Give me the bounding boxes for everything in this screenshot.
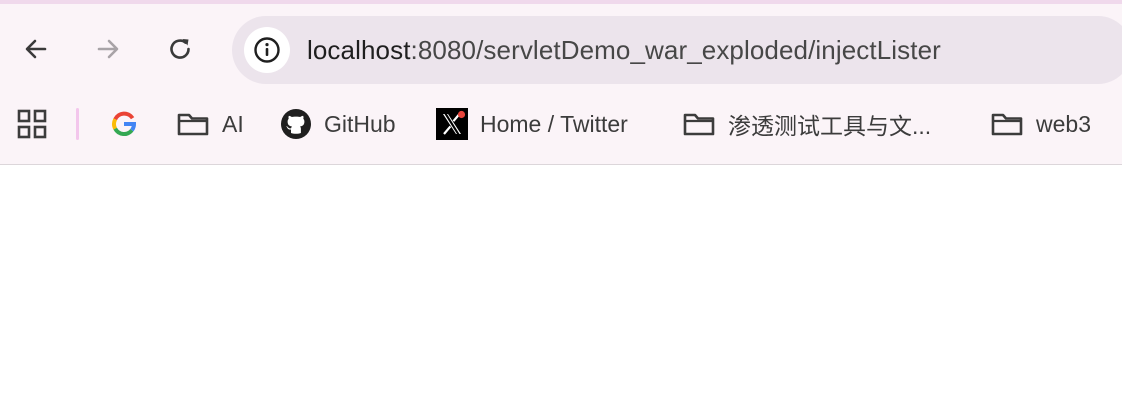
folder-icon <box>991 113 1023 136</box>
url-path: :8080/servletDemo_war_exploded/injectLis… <box>410 35 941 65</box>
bookmark-folder-ai[interactable]: AI <box>176 98 244 150</box>
bookmark-label: GitHub <box>324 110 396 137</box>
reload-icon <box>170 39 190 59</box>
bookmarks-bar: AI GitHub Home / Twitter 渗透测试工具与文... web… <box>0 98 1122 150</box>
browser-toolbar: localhost:8080/servletDemo_war_exploded/… <box>0 4 1122 94</box>
apps-grid-icon <box>17 109 47 139</box>
x-twitter-icon <box>436 108 468 140</box>
page-content <box>0 165 1122 410</box>
bookmark-label: web3 <box>1036 110 1091 137</box>
folder-icon <box>683 113 715 136</box>
arrow-left-icon <box>25 39 47 59</box>
github-icon <box>281 109 311 139</box>
forward-button[interactable] <box>86 27 130 71</box>
bookmark-folder-web3[interactable]: web3 <box>990 98 1091 150</box>
bookmark-twitter[interactable]: Home / Twitter <box>436 98 628 150</box>
browser-chrome: localhost:8080/servletDemo_war_exploded/… <box>0 0 1122 165</box>
bookmark-folder-pentest[interactable]: 渗透测试工具与文... <box>682 98 931 150</box>
bookmark-github[interactable]: GitHub <box>280 98 396 150</box>
url-host: localhost <box>307 35 411 65</box>
bookmark-google[interactable] <box>110 98 150 150</box>
reload-button[interactable] <box>158 27 202 71</box>
arrow-right-icon <box>97 39 119 59</box>
bookmark-label: 渗透测试工具与文... <box>728 113 932 139</box>
folder-icon <box>177 113 209 136</box>
google-icon <box>112 111 137 136</box>
url-text[interactable]: localhost:8080/servletDemo_war_exploded/… <box>307 34 941 66</box>
bookmark-label: Home / Twitter <box>480 110 628 137</box>
apps-button[interactable] <box>17 98 47 150</box>
info-icon <box>254 37 280 63</box>
back-button[interactable] <box>14 27 58 71</box>
bookmarks-separator <box>76 108 79 140</box>
address-bar[interactable]: localhost:8080/servletDemo_war_exploded/… <box>232 16 1122 84</box>
site-info-button[interactable] <box>244 27 290 73</box>
bookmark-label: AI <box>222 110 244 137</box>
